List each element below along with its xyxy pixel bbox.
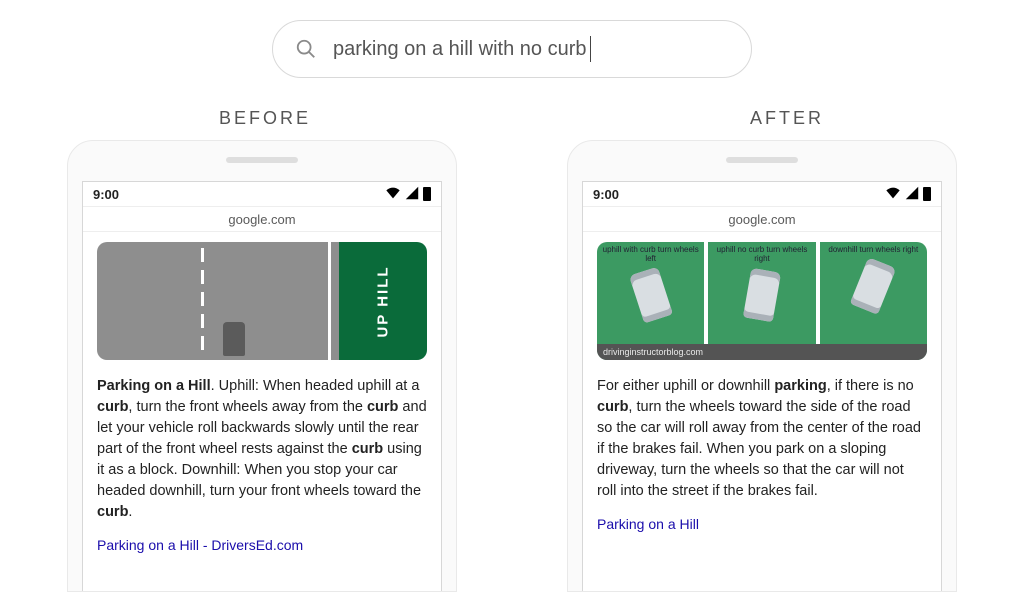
- search-bar[interactable]: parking on a hill with no curb: [272, 20, 752, 78]
- search-icon: [295, 38, 317, 60]
- pane-3: downhill turn wheels right: [820, 242, 927, 360]
- uphill-label: UP HILL: [375, 265, 392, 337]
- battery-icon: [423, 187, 431, 201]
- result-link[interactable]: Parking on a Hill: [597, 516, 927, 532]
- status-bar: 9:00: [583, 182, 941, 206]
- url-bar[interactable]: google.com: [83, 206, 441, 232]
- pane-caption: downhill turn wheels right: [828, 246, 918, 255]
- before-label: BEFORE: [219, 108, 311, 129]
- car-icon: [850, 257, 897, 315]
- pane-1: uphill with curb turn wheels left: [597, 242, 704, 360]
- car-icon: [743, 267, 781, 321]
- result-image[interactable]: uphill with curb turn wheels left uphill…: [597, 242, 927, 360]
- url-text: google.com: [728, 212, 795, 227]
- phone-screen: 9:00 google.com: [82, 181, 442, 592]
- phone-mock-before: 9:00 google.com: [67, 140, 457, 592]
- phone-speaker: [726, 157, 798, 163]
- search-input[interactable]: parking on a hill with no curb: [333, 36, 591, 62]
- status-time: 9:00: [593, 187, 619, 202]
- status-time: 9:00: [93, 187, 119, 202]
- image-source-label: drivinginstructorblog.com: [597, 344, 927, 360]
- search-query-text: parking on a hill with no curb: [333, 38, 586, 61]
- phone-screen: 9:00 google.com uphill with cur: [582, 181, 942, 592]
- result-snippet: For either uphill or downhill parking, i…: [597, 376, 927, 502]
- url-text: google.com: [228, 212, 295, 227]
- result-content: uphill with curb turn wheels left uphill…: [583, 232, 941, 532]
- text-caret: [590, 36, 591, 62]
- cellular-icon: [404, 186, 420, 203]
- pane-2: uphill no curb turn wheels right: [708, 242, 815, 360]
- battery-icon: [923, 187, 931, 201]
- wifi-icon: [885, 186, 901, 203]
- comparison-stage: 9:00 google.com: [0, 140, 1024, 592]
- status-icons: [885, 186, 931, 203]
- status-bar: 9:00: [83, 182, 441, 206]
- car-icon: [629, 266, 673, 323]
- wifi-icon: [385, 186, 401, 203]
- phone-speaker: [226, 157, 298, 163]
- url-bar[interactable]: google.com: [583, 206, 941, 232]
- pane-caption: uphill no curb turn wheels right: [708, 246, 815, 264]
- car-icon: [223, 322, 245, 356]
- pane-caption: uphill with curb turn wheels left: [597, 246, 704, 264]
- result-link[interactable]: Parking on a Hill - DriversEd.com: [97, 537, 427, 553]
- result-image[interactable]: UP HILL: [97, 242, 427, 360]
- status-icons: [385, 186, 431, 203]
- result-snippet: Parking on a Hill. Uphill: When headed u…: [97, 376, 427, 523]
- cellular-icon: [904, 186, 920, 203]
- road-graphic: [97, 242, 339, 360]
- phone-mock-after: 9:00 google.com uphill with cur: [567, 140, 957, 592]
- grass-strip: UP HILL: [339, 242, 427, 360]
- after-label: AFTER: [750, 108, 824, 129]
- result-content: UP HILL Parking on a Hill. Uphill: When …: [83, 232, 441, 553]
